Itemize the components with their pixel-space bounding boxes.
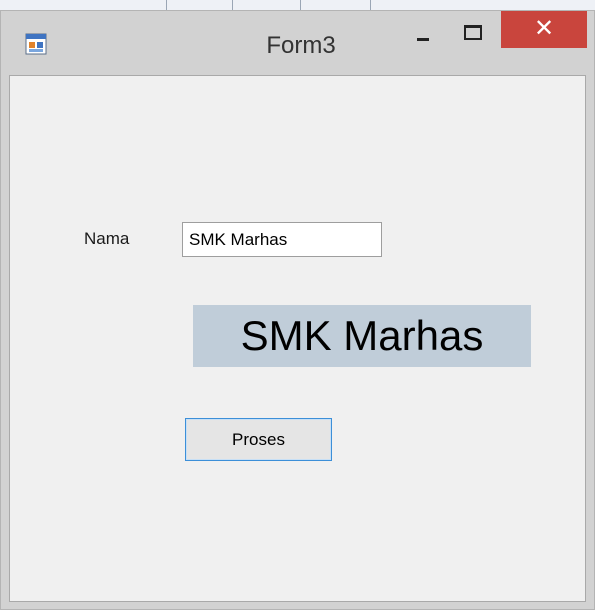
app-form-icon	[25, 33, 47, 55]
toolbar-separator	[166, 0, 167, 10]
proses-button[interactable]: Proses	[185, 418, 332, 461]
toolbar-separator	[232, 0, 233, 10]
toolbar-separator	[370, 0, 371, 10]
close-icon: ✕	[533, 15, 555, 42]
toolbar-separator	[300, 0, 301, 10]
maximize-icon	[464, 25, 482, 40]
window-title: Form3	[266, 32, 336, 59]
nama-label: Nama	[84, 229, 130, 248]
form3-window: Form3 ✕ Nama SMK Marhas Proses	[0, 10, 595, 610]
output-label: SMK Marhas	[193, 305, 531, 367]
form-client-area: Nama SMK Marhas Proses	[9, 75, 586, 602]
title-bar[interactable]: Form3 ✕	[1, 11, 594, 75]
close-button[interactable]: ✕	[501, 11, 587, 48]
minimize-icon	[417, 38, 429, 41]
minimize-button[interactable]	[399, 11, 445, 51]
nama-input[interactable]	[182, 222, 382, 257]
background-toolbar-strip	[0, 0, 595, 10]
maximize-button[interactable]	[453, 11, 503, 51]
